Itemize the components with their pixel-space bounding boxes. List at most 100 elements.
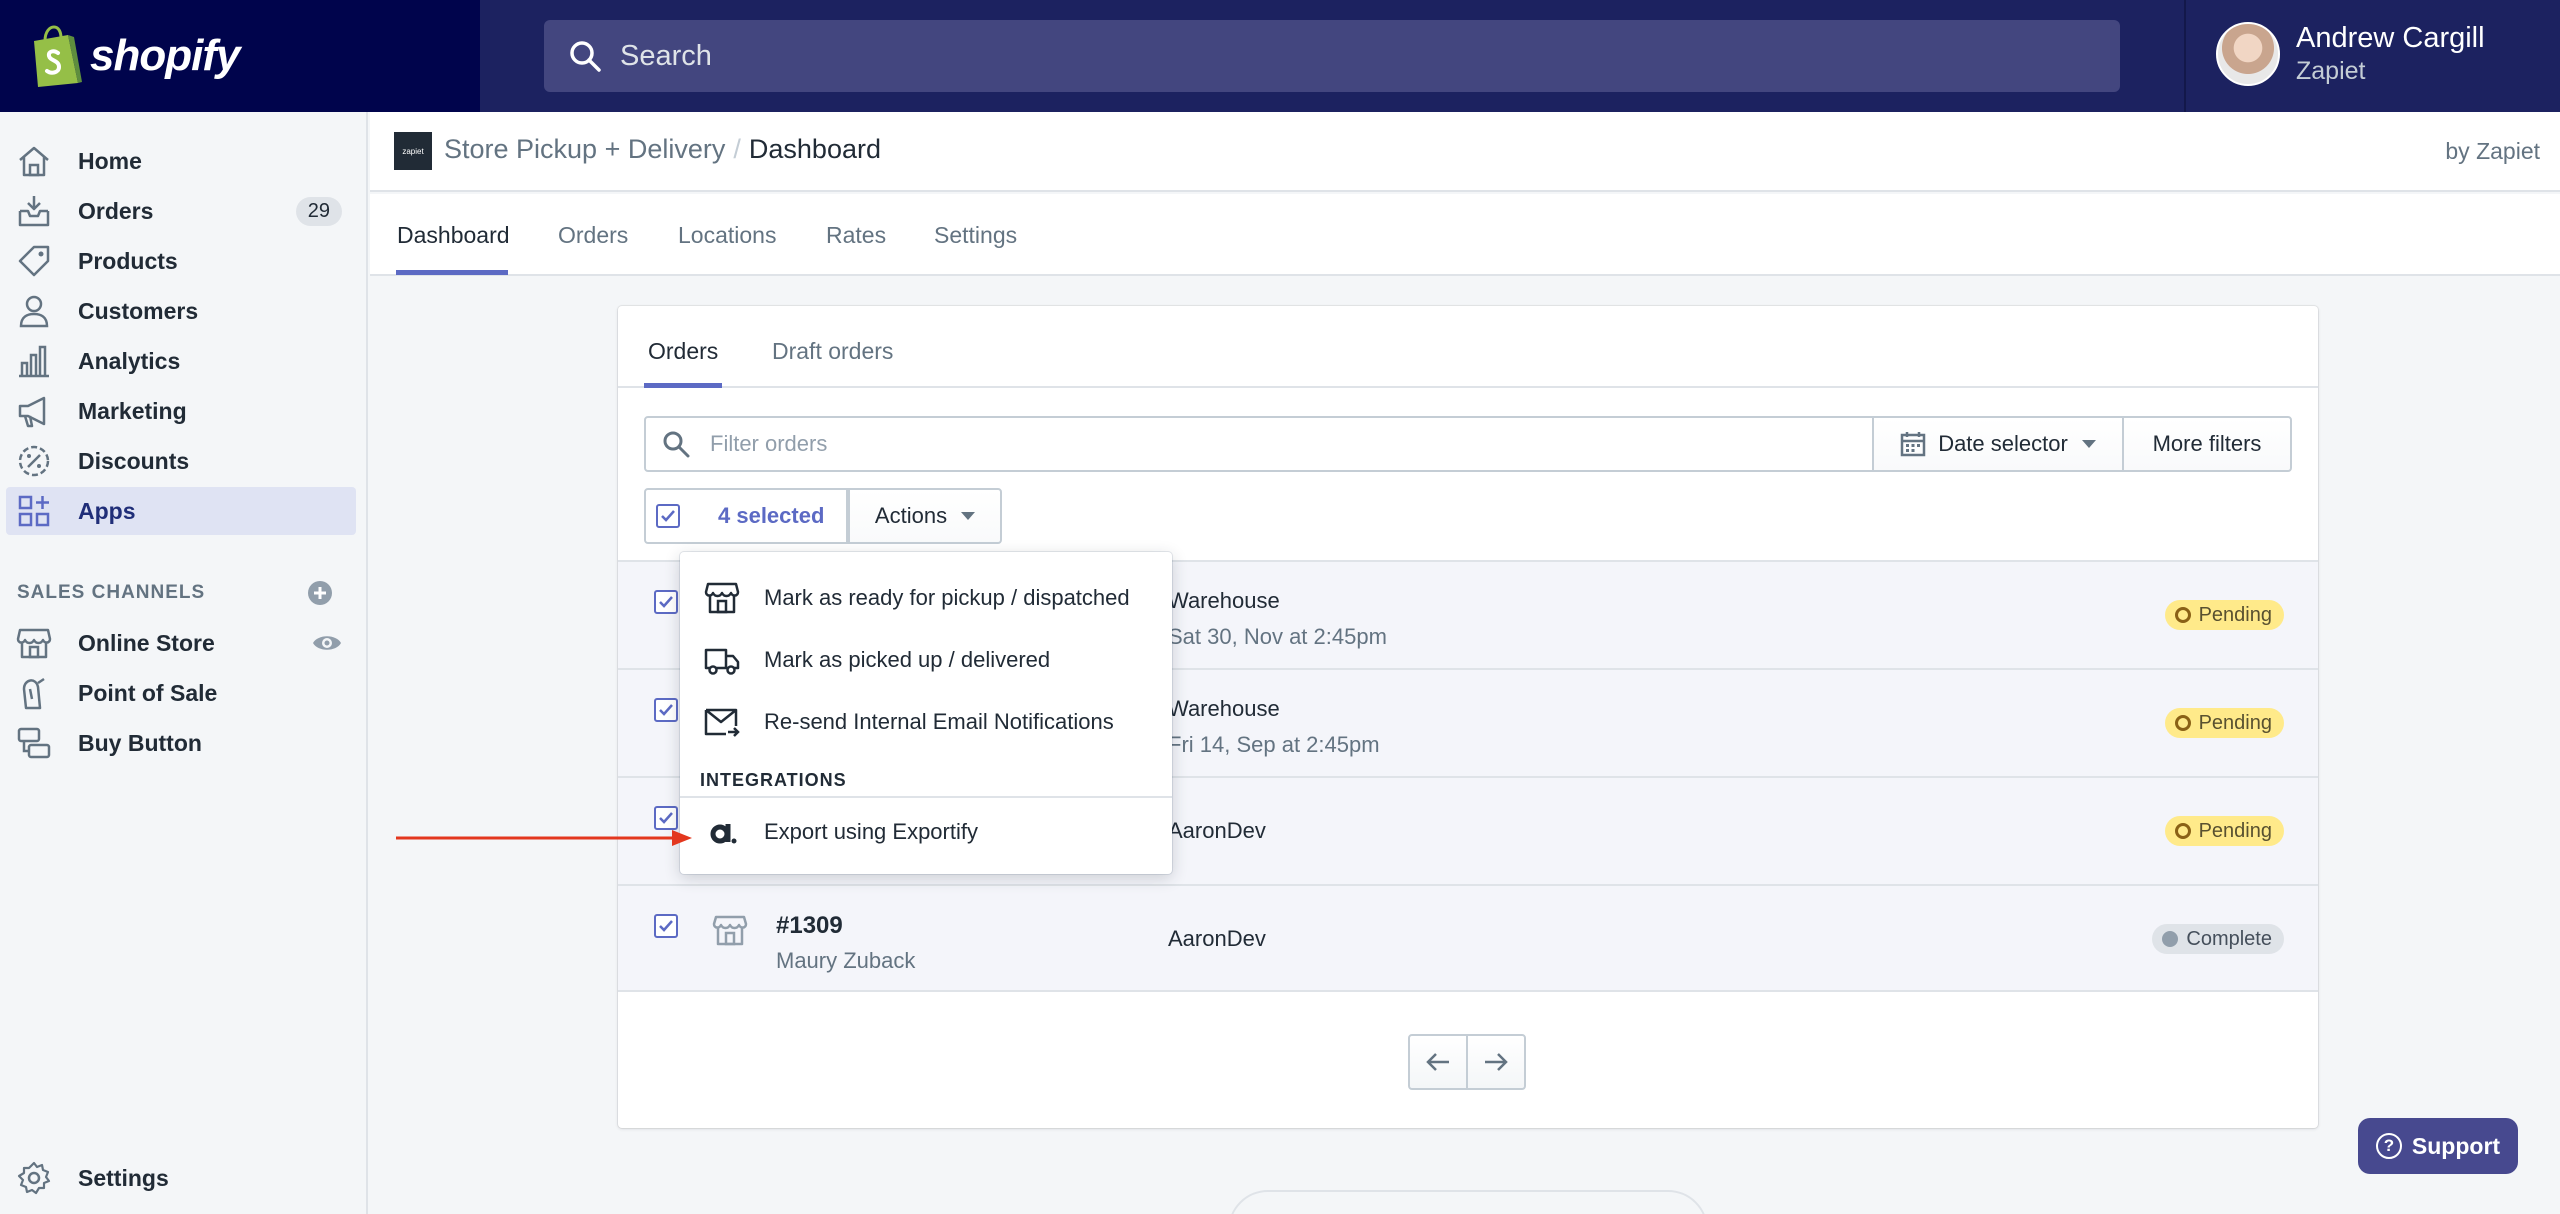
sidebar-item-orders[interactable]: Orders 29 (6, 187, 356, 235)
row-location: Warehouse (1168, 588, 1280, 613)
calendar-icon (1900, 432, 1926, 457)
sidebar-item-label: Home (78, 147, 142, 174)
sidebar-item-buy-button[interactable]: Buy Button (6, 719, 356, 767)
sidebar-item-marketing[interactable]: Marketing (6, 387, 356, 435)
row-checkbox[interactable] (654, 914, 678, 938)
breadcrumb: Store Pickup + Delivery / Dashboard (444, 134, 881, 165)
sidebar-item-label: Products (78, 247, 178, 274)
sidebar-item-label: Settings (78, 1164, 169, 1191)
eye-icon[interactable] (312, 632, 342, 654)
tab-draft-orders[interactable]: Draft orders (772, 338, 893, 365)
shopify-logo[interactable]: shopify (0, 0, 480, 112)
more-filters-button[interactable]: More filters (2122, 416, 2292, 472)
sidebar-item-label: Marketing (78, 397, 187, 424)
date-selector-button[interactable]: Date selector (1872, 416, 2124, 472)
megaphone-icon (18, 396, 46, 428)
checkmark-icon (659, 596, 673, 608)
row-checkbox[interactable] (654, 698, 678, 722)
filter-orders-input[interactable]: Filter orders (644, 416, 1874, 472)
app-tabs: Dashboard Orders Locations Rates Setting… (370, 194, 2560, 276)
checkmark-icon (661, 510, 675, 522)
sidebar-item-label: Customers (78, 297, 199, 324)
tab-locations[interactable]: Locations (678, 222, 776, 249)
search-input[interactable]: Search (544, 20, 2120, 92)
complete-dot-icon (2162, 931, 2179, 947)
sidebar-item-point-of-sale[interactable]: Point of Sale (6, 669, 356, 717)
divider (2184, 0, 2186, 112)
row-date: Sat 30, Nov at 2:45pm (1168, 624, 1387, 649)
pending-dot-icon (2174, 715, 2191, 731)
support-label: Support (2411, 1132, 2501, 1159)
search-icon (663, 431, 690, 458)
sidebar-item-label: Buy Button (78, 729, 202, 756)
previous-page-button[interactable] (1408, 1034, 1468, 1090)
gear-icon (17, 1161, 51, 1195)
table-row[interactable]: #1309 Maury Zuback AaronDev Complete (618, 884, 2318, 992)
brand-name: shopify (90, 31, 240, 80)
checkmark-icon (659, 704, 673, 716)
sidebar-item-apps[interactable]: Apps (6, 487, 356, 535)
truck-icon (704, 648, 740, 675)
page-title: Dashboard (748, 134, 881, 164)
row-checkbox[interactable] (654, 590, 678, 614)
menu-item-mark-picked-up[interactable]: Mark as picked up / delivered (680, 630, 1172, 690)
tab-orders[interactable]: Orders (558, 222, 628, 249)
user-menu[interactable]: Andrew Cargill Zapiet (2216, 22, 2485, 86)
discount-icon (18, 445, 50, 477)
mail-icon (704, 708, 740, 737)
row-checkbox[interactable] (654, 806, 678, 830)
tag-icon (18, 245, 50, 277)
app-header: zapiet Store Pickup + Delivery / Dashboard… (370, 112, 2560, 192)
breadcrumb-separator: / (733, 134, 741, 164)
order-number[interactable]: #1309 (776, 912, 843, 940)
sidebar-item-label: Orders (78, 197, 154, 224)
menu-item-label: Mark as picked up / delivered (764, 647, 1051, 672)
zapiet-logo: zapiet (394, 132, 432, 170)
store-icon (712, 915, 748, 946)
sidebar-item-label: Apps (78, 497, 136, 524)
tab-settings[interactable]: Settings (934, 222, 1017, 249)
row-date: Fri 14, Sep at 2:45pm (1168, 732, 1380, 757)
user-store: Zapiet (2296, 57, 2366, 85)
exportify-icon (710, 824, 737, 844)
menu-item-mark-ready[interactable]: Mark as ready for pickup / dispatched (680, 568, 1172, 628)
avatar (2216, 22, 2280, 86)
status-label: Pending (2198, 603, 2272, 626)
tab-rates[interactable]: Rates (826, 222, 886, 249)
active-tab-indicator (396, 270, 508, 275)
menu-item-resend-notifications[interactable]: Re-send Internal Email Notifications (680, 692, 1172, 752)
chart-icon (19, 345, 49, 378)
sidebar-item-home[interactable]: Home (6, 137, 356, 185)
selected-count: 4 selected (718, 503, 825, 528)
sidebar-item-analytics[interactable]: Analytics (6, 337, 356, 385)
person-icon (19, 295, 49, 328)
orders-count-badge: 29 (295, 196, 342, 226)
menu-item-label: Mark as ready for pickup / dispatched (764, 585, 1130, 610)
annotation-arrow-icon (396, 830, 692, 846)
tab-card-orders[interactable]: Orders (648, 338, 718, 365)
active-tab-indicator (644, 383, 722, 388)
next-page-button[interactable] (1466, 1034, 1526, 1090)
sidebar-item-customers[interactable]: Customers (6, 287, 356, 335)
bulk-selection[interactable]: 4 selected (644, 488, 848, 544)
pending-dot-icon (2174, 607, 2191, 623)
sidebar-item-online-store[interactable]: Online Store (6, 619, 356, 667)
actions-button[interactable]: Actions (848, 488, 1002, 544)
menu-item-export-exportify[interactable]: Export using Exportify (680, 802, 1172, 862)
tab-dashboard[interactable]: Dashboard (397, 222, 510, 249)
developer-credit: by Zapiet (2445, 138, 2540, 164)
orders-icon (18, 196, 50, 227)
add-channel-icon[interactable] (306, 579, 334, 607)
status-label: Complete (2186, 927, 2272, 950)
date-selector-label: Date selector (1938, 431, 2068, 456)
customer-name: Maury Zuback (776, 948, 916, 973)
sidebar-item-label: Point of Sale (78, 679, 218, 706)
row-location: Warehouse (1168, 696, 1280, 721)
breadcrumb-app[interactable]: Store Pickup + Delivery (444, 134, 725, 164)
search-icon (570, 41, 601, 72)
sidebar-item-settings[interactable]: Settings (6, 1154, 356, 1202)
sidebar-item-discounts[interactable]: Discounts (6, 437, 356, 485)
sidebar-item-products[interactable]: Products (6, 237, 356, 285)
support-button[interactable]: ? Support (2358, 1118, 2518, 1174)
select-all-checkbox[interactable] (656, 504, 680, 528)
